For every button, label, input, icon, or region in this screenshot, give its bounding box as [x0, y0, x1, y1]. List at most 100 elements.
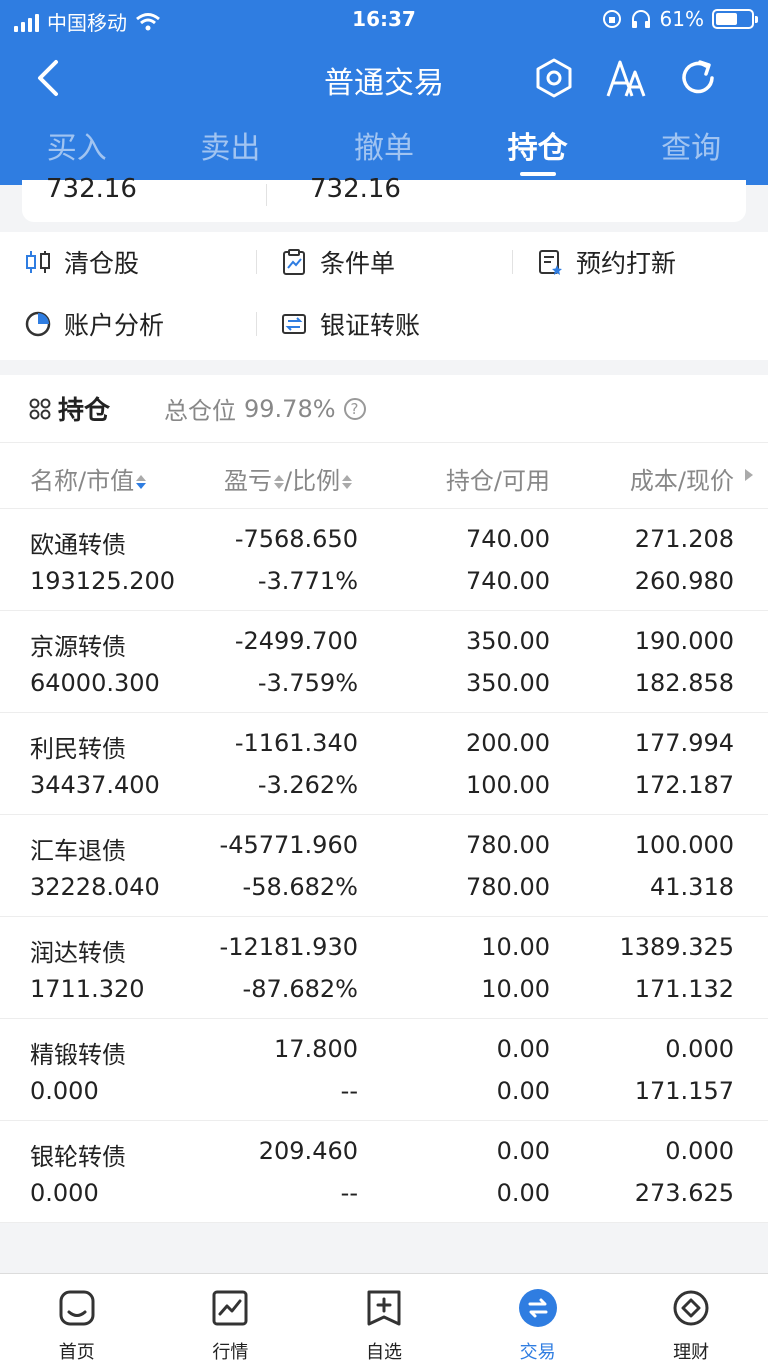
page-title: 普通交易: [324, 66, 444, 101]
col-cost-price[interactable]: 成本/现价: [630, 461, 734, 496]
current-price: 182.858: [634, 669, 734, 697]
holdings-list: 欧通转债 193125.200 -7568.650 -3.771% 740.00 740.…: [0, 509, 768, 1223]
profit-loss: 17.800: [274, 1035, 358, 1063]
battery-percent: 61%: [659, 7, 704, 31]
trade-exchange-icon: [518, 1289, 557, 1327]
app-header: 中国移动 16:37 61% 普通交易 买入 卖出 撤单 持仓 查询: [0, 0, 768, 185]
profit-loss-ratio: -3.771%: [257, 567, 358, 595]
bottom-navigation: 首页 行情 自选 交易 理财: [0, 1273, 768, 1366]
font-size-icon[interactable]: [604, 56, 648, 100]
col-position-available: 持仓/可用: [445, 467, 550, 495]
market-value: 0.000: [30, 1179, 99, 1207]
profit-loss: 209.460: [258, 1137, 358, 1165]
profit-loss: -2499.700: [234, 627, 358, 655]
available-qty: 0.00: [496, 1077, 550, 1105]
profit-loss-ratio: -58.682%: [242, 873, 358, 901]
headphones-icon: [631, 10, 650, 28]
wealth-icon: [673, 1290, 709, 1326]
market-value: 32228.040: [30, 873, 160, 901]
help-question-icon[interactable]: ?: [343, 397, 366, 420]
position-qty: 200.00: [466, 729, 550, 757]
col-pl-ratio[interactable]: 盈亏/比例: [224, 461, 353, 496]
position-qty: 0.00: [496, 1035, 550, 1063]
candlestick-icon: [26, 251, 50, 273]
holdings-title: 持仓: [58, 396, 111, 426]
profit-loss: -45771.960: [219, 831, 358, 859]
available-qty: 740.00: [466, 567, 550, 595]
transfer-icon: [282, 314, 306, 334]
quick-account-analysis[interactable]: 账户分析: [24, 294, 164, 354]
available-qty: 350.00: [466, 669, 550, 697]
ipo-document-icon: [539, 250, 562, 275]
cost-price: 100.000: [634, 831, 734, 859]
current-price: 273.625: [634, 1179, 734, 1207]
market-value: 193125.200: [30, 567, 176, 595]
cost-price: 0.000: [665, 1137, 734, 1165]
nav-market[interactable]: 行情: [154, 1274, 308, 1366]
tab-buy[interactable]: 买入: [0, 120, 154, 180]
total-position-value: 99.78%: [244, 394, 336, 423]
profit-loss: -1161.340: [234, 729, 358, 757]
security-name: 京源转债: [30, 633, 126, 661]
tab-sell[interactable]: 卖出: [154, 120, 308, 180]
available-qty: 10.00: [481, 975, 550, 1003]
market-chart-icon: [212, 1290, 248, 1326]
tab-query[interactable]: 查询: [614, 120, 768, 180]
grid-menu-icon: [29, 398, 51, 419]
refresh-icon[interactable]: [676, 56, 720, 100]
trade-tabs: 买入 卖出 撤单 持仓 查询: [0, 120, 768, 180]
market-value: 0.000: [30, 1077, 99, 1105]
quick-ipo-subscribe[interactable]: 预约打新: [536, 232, 676, 292]
holding-row[interactable]: 利民转债 34437.400 -1161.340 -3.262% 200.00 100.0…: [0, 713, 768, 815]
profit-loss-ratio: -87.682%: [242, 975, 358, 1003]
sort-icon: [342, 475, 353, 489]
battery-icon: [712, 9, 758, 29]
holding-row[interactable]: 银轮转债 0.000 209.460 -- 0.00 0.00 0.000 273.625: [0, 1121, 768, 1223]
holding-row[interactable]: 汇车退债 32228.040 -45771.960 -58.682% 780.00 780…: [0, 815, 768, 917]
position-qty: 350.00: [466, 627, 550, 655]
market-value: 1711.320: [30, 975, 145, 1003]
nav-home[interactable]: 首页: [0, 1274, 154, 1366]
settings-hexagon-icon[interactable]: [532, 56, 576, 100]
holding-row[interactable]: 精锻转债 0.000 17.800 -- 0.00 0.00 0.000 171.157: [0, 1019, 768, 1121]
watchlist-add-icon: [367, 1290, 401, 1326]
cost-price: 1389.325: [619, 933, 734, 961]
holdings-column-header: 名称/市值 盈亏/比例 持仓/可用 成本/现价: [0, 443, 768, 509]
holdings-header: 持仓 总仓位 99.78% ?: [0, 375, 768, 443]
market-value: 34437.400: [30, 771, 160, 799]
nav-wealth[interactable]: 理财: [614, 1274, 768, 1366]
orientation-lock-icon: [602, 10, 621, 28]
profit-loss-ratio: --: [340, 1077, 358, 1105]
security-name: 精锻转债: [30, 1041, 126, 1069]
home-icon: [59, 1290, 95, 1326]
position-qty: 0.00: [496, 1137, 550, 1165]
holding-row[interactable]: 润达转债 1711.320 -12181.930 -87.682% 10.00 10.00…: [0, 917, 768, 1019]
quick-bank-transfer[interactable]: 银证转账: [280, 294, 420, 354]
pie-chart-icon: [25, 311, 51, 337]
tab-cancel-order[interactable]: 撤单: [307, 120, 461, 180]
quick-clear-stocks[interactable]: 清仓股: [24, 232, 139, 292]
tab-positions[interactable]: 持仓: [461, 120, 615, 180]
profit-loss-ratio: --: [340, 1179, 358, 1207]
position-qty: 10.00: [481, 933, 550, 961]
cost-price: 0.000: [665, 1035, 734, 1063]
nav-bar: 普通交易: [0, 48, 768, 108]
status-bar: 中国移动 16:37 61%: [0, 0, 768, 40]
profit-loss-ratio: -3.262%: [257, 771, 358, 799]
current-price: 41.318: [650, 873, 734, 901]
profit-loss: -7568.650: [234, 525, 358, 553]
quick-conditional-order[interactable]: 条件单: [280, 232, 395, 292]
holding-row[interactable]: 京源转债 64000.300 -2499.700 -3.759% 350.00 350.0…: [0, 611, 768, 713]
nav-trade[interactable]: 交易: [461, 1274, 615, 1366]
current-price: 171.157: [634, 1077, 734, 1105]
security-name: 利民转债: [30, 735, 126, 763]
position-qty: 740.00: [466, 525, 550, 553]
sort-icon: [274, 475, 284, 489]
chevron-right-icon[interactable]: [744, 469, 754, 481]
available-qty: 100.00: [466, 771, 550, 799]
col-name-market-value[interactable]: 名称/市值: [30, 461, 147, 496]
nav-watchlist[interactable]: 自选: [307, 1274, 461, 1366]
holding-row[interactable]: 欧通转债 193125.200 -7568.650 -3.771% 740.00 740.…: [0, 509, 768, 611]
sort-icon: [136, 475, 147, 489]
clipboard-chart-icon: [283, 249, 305, 275]
